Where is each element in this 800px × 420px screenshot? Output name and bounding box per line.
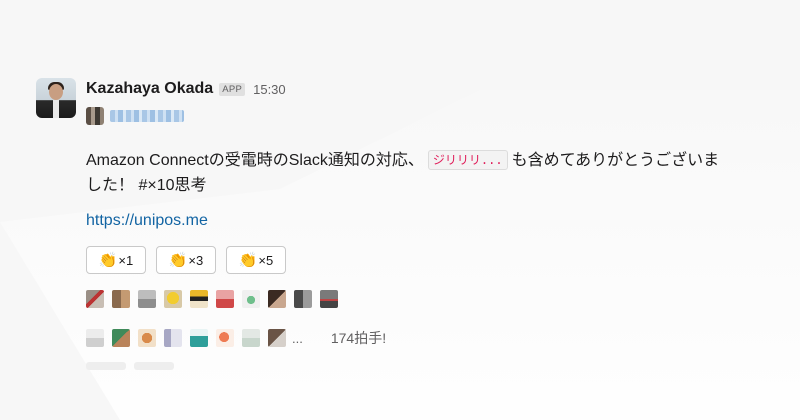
mentioned-user-avatar[interactable]: [86, 107, 104, 125]
clapper-avatars-row-2: ... 174拍手!: [86, 328, 386, 348]
clapper-avatar[interactable]: [138, 329, 156, 347]
clapper-avatar[interactable]: [320, 290, 338, 308]
clapper-avatar[interactable]: [190, 329, 208, 347]
message-text-after: も含めてありがとうございま: [511, 152, 720, 169]
clapper-avatar[interactable]: [190, 290, 208, 308]
clap-icon: 👏: [168, 252, 188, 269]
avatar-head: [49, 84, 63, 100]
clapper-avatar[interactable]: [112, 290, 130, 308]
clapper-avatar[interactable]: [138, 290, 156, 308]
app-badge: APP: [219, 82, 246, 96]
message-text: Amazon Connectの受電時のSlack通知の対応、 ジリリリ... も含め…: [86, 148, 776, 198]
clapper-avatar[interactable]: [242, 329, 260, 347]
clapper-avatar[interactable]: [164, 290, 182, 308]
clapper-avatar[interactable]: [164, 329, 182, 347]
mention-row: [86, 106, 184, 126]
clap-icon: 👏: [98, 252, 118, 269]
reaction-count: ×5: [258, 252, 274, 268]
clapper-avatar[interactable]: [112, 329, 130, 347]
message-line-2: した！ #×10思考: [86, 177, 207, 194]
timestamp[interactable]: 15:30: [253, 82, 286, 97]
mentioned-user-name-blurred[interactable]: [110, 110, 184, 122]
clapper-avatars-row-1: [86, 290, 338, 308]
reaction-clap-5[interactable]: 👏 ×5: [226, 246, 286, 274]
avatar[interactable]: [36, 78, 76, 118]
username[interactable]: Kazahaya Okada: [86, 80, 213, 98]
clapper-avatar[interactable]: [86, 290, 104, 308]
code-chip: ジリリリ...: [427, 150, 508, 170]
reaction-count: ×3: [188, 252, 204, 268]
reaction-clap-1[interactable]: 👏 ×1: [86, 246, 146, 274]
clap-count-text: 174拍手!: [330, 330, 387, 346]
clapper-avatar[interactable]: [86, 329, 104, 347]
clapper-avatar[interactable]: [294, 290, 312, 308]
clapper-avatar[interactable]: [242, 290, 260, 308]
clap-icon: 👏: [238, 252, 258, 269]
faint-actions-row: [86, 362, 174, 370]
slack-message: Kazahaya Okada APP 15:30 Amazon Connectの…: [36, 74, 776, 374]
unipos-link[interactable]: https://unipos.me: [86, 212, 208, 230]
clapper-avatar[interactable]: [216, 329, 234, 347]
faint-placeholder: [86, 362, 126, 370]
faint-placeholder: [134, 362, 174, 370]
avatar-shirt: [53, 100, 59, 118]
message-header: Kazahaya Okada APP 15:30: [86, 78, 286, 100]
more-clappers-indicator[interactable]: ...: [292, 331, 303, 346]
message-line-1: Amazon Connectの受電時のSlack通知の対応、 ジリリリ... も含め…: [86, 148, 776, 173]
clapper-avatar[interactable]: [268, 329, 286, 347]
reactions-bar: 👏 ×1 👏 ×3 👏 ×5: [86, 246, 286, 274]
reaction-clap-3[interactable]: 👏 ×3: [156, 246, 216, 274]
reaction-count: ×1: [118, 252, 134, 268]
clapper-avatar[interactable]: [216, 290, 234, 308]
message-text-before: Amazon Connectの受電時のSlack通知の対応、: [86, 152, 424, 169]
clapper-avatar[interactable]: [268, 290, 286, 308]
